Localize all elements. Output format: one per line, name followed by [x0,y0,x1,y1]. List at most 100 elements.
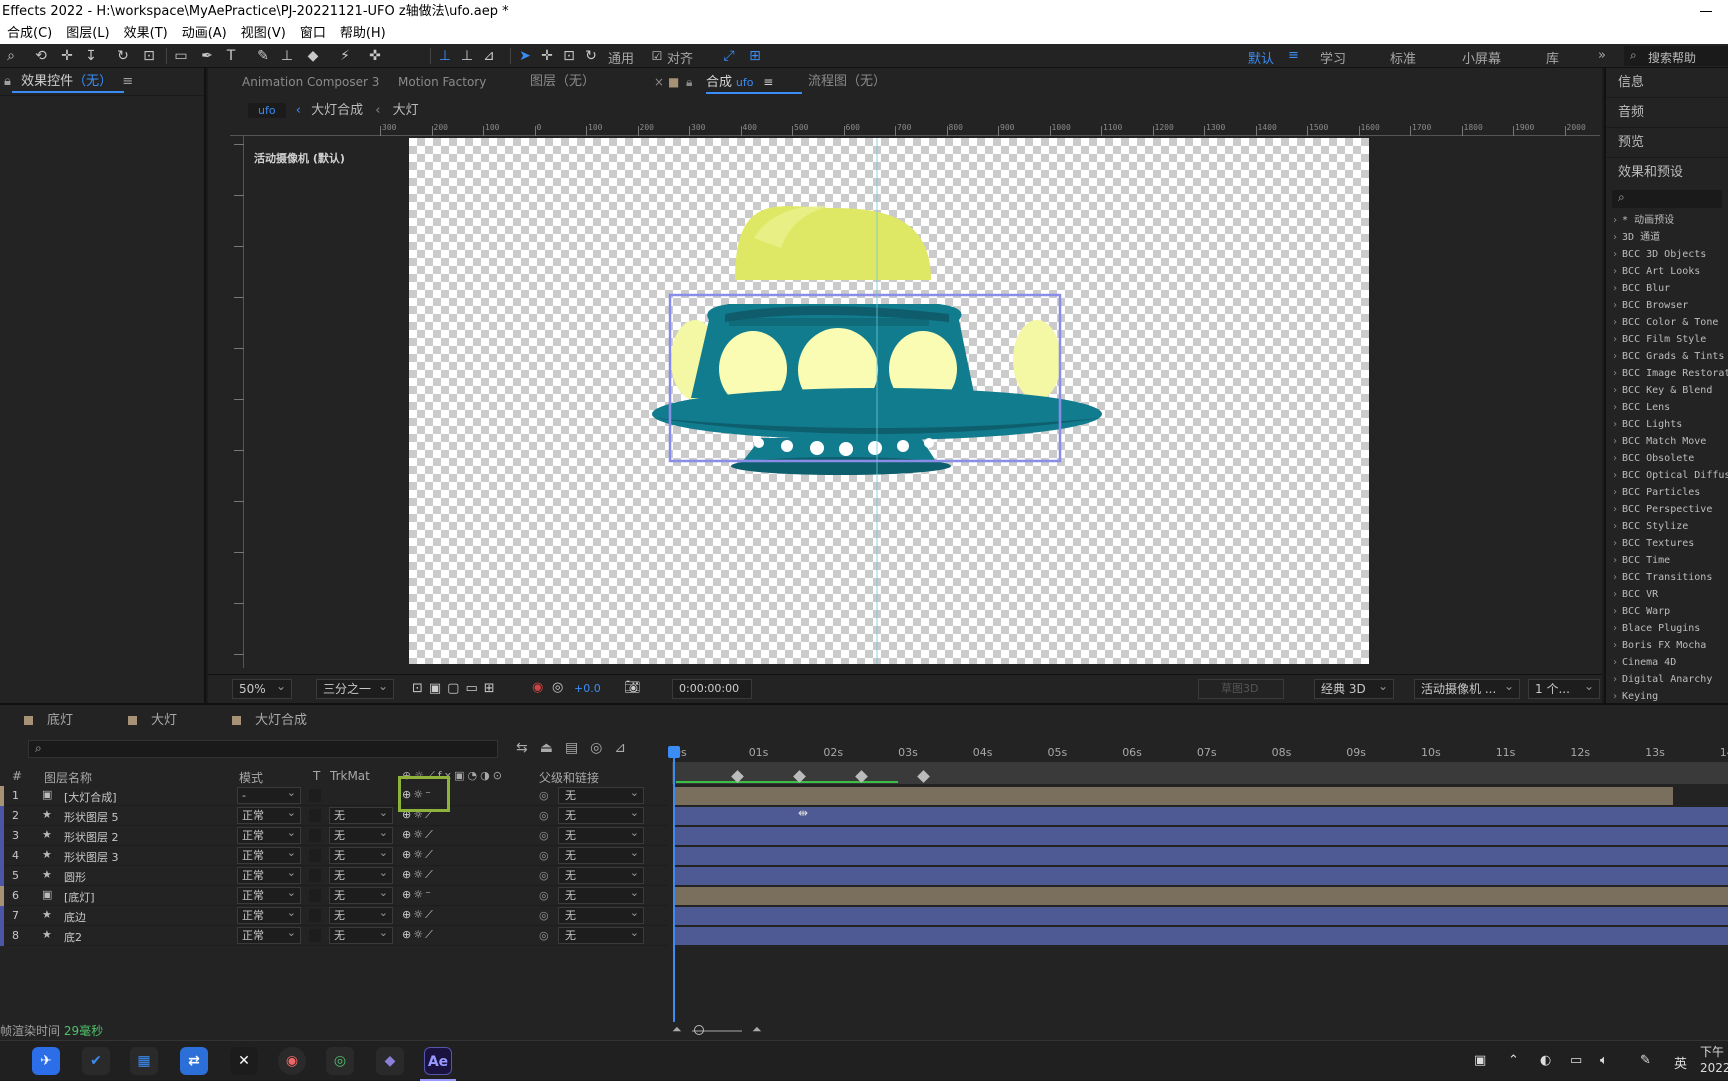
parent-dropdown[interactable]: 无 [558,785,644,804]
parent-dropdown[interactable]: 无 [558,925,644,944]
trkmat-dropdown[interactable]: 无 [329,825,393,844]
label-color-swatch[interactable] [0,926,4,946]
layer-duration-bar[interactable] [675,927,1728,945]
trkmat-dropdown[interactable]: 无 [329,925,393,944]
table-row[interactable]: 6 ▣ [底灯] 正常 无 ⊕☼⁻ ◎ 无 [0,885,668,906]
parent-pickwhip-icon[interactable]: ◎ [539,849,549,862]
workspace-standard[interactable]: 标准 [1390,48,1416,67]
parent-dropdown[interactable]: 无 [558,865,644,884]
fx-category[interactable]: › BCC Color & Tone [1606,314,1728,331]
fx-category[interactable]: › BCC Lights [1606,416,1728,433]
breadcrumb-item-2[interactable]: 大灯 [393,103,419,118]
playhead-handle[interactable] [668,746,680,758]
trkmat-dropdown[interactable]: 无 [329,885,393,904]
breadcrumb-current[interactable]: ufo [248,103,286,118]
tab-layer-viewer[interactable]: 图层（无） [530,68,595,96]
effect-controls-title[interactable]: 效果控件 [21,74,73,89]
layer-duration-bar[interactable] [675,867,1728,885]
zoom-tool-icon[interactable]: ⌕ [2,47,20,65]
pan-tool-icon[interactable]: ✛ [58,47,76,65]
parent-dropdown[interactable]: 无 [558,885,644,904]
parent-dropdown[interactable]: 无 [558,845,644,864]
parent-pickwhip-icon[interactable]: ◎ [539,909,549,922]
tray-network-icon[interactable]: ▭ [1570,1053,1582,1068]
zoom-out-icon[interactable]: ⏶ [672,1022,682,1037]
fx-category[interactable]: › BCC Image Restorat [1606,365,1728,382]
fx-category[interactable]: › BCC Transitions [1606,569,1728,586]
renderer-dropdown[interactable]: 经典 3D [1314,677,1394,699]
blend-mode-dropdown[interactable]: - [237,785,301,804]
layer-switches-icons[interactable]: ⊕☼⁻ [402,888,433,901]
layer-duration-bar[interactable] [675,807,1728,825]
scale-tool-icon[interactable]: ⊡ [560,47,578,65]
fx-category[interactable]: › Cinema 4D [1606,654,1728,671]
parent-dropdown[interactable]: 无 [558,905,644,924]
parent-dropdown[interactable]: 无 [558,805,644,824]
table-row[interactable]: 8 ★ 底2 正常 无 ⊕☼⟋ ◎ 无 [0,925,668,946]
composition-canvas[interactable] [409,138,1369,664]
workspace-small-screen[interactable]: 小屏幕 [1462,48,1501,67]
camera-dropdown[interactable]: 活动摄像机 ... [1414,677,1520,699]
parent-pickwhip-icon[interactable]: ◎ [539,829,549,842]
table-row[interactable]: 3 ★ 形状图层 2 正常 无 ⊕☼⟋ ◎ 无 [0,825,668,846]
layer-name[interactable]: [底灯] [64,889,95,905]
remote-app-icon[interactable]: ⇄ [180,1047,208,1075]
fx-category[interactable]: › Digital Anarchy [1606,671,1728,688]
workspace-library[interactable]: 库 [1546,48,1559,67]
fx-category[interactable]: › BCC Perspective [1606,501,1728,518]
views-dropdown[interactable]: 1 个... [1528,677,1600,699]
table-row[interactable]: 1▣[大灯合成]-⊕☼⁻◎无 [0,785,668,806]
menu-composition[interactable]: 合成(C) [0,24,59,44]
search-help-box[interactable]: ⌕ 搜索帮助 [1624,46,1728,66]
table-row[interactable]: 7 ★ 底边 正常 无 ⊕☼⟋ ◎ 无 [0,905,668,926]
fx-category[interactable]: › BCC Stylize [1606,518,1728,535]
blend-mode-dropdown[interactable]: 正常 [237,845,301,864]
fx-category[interactable]: › * 动画预设 [1606,212,1728,229]
label-color-swatch[interactable] [0,846,4,866]
layer-duration-bar[interactable] [675,907,1728,925]
todo-app-icon[interactable]: ✔ [82,1047,110,1075]
feishu-app-icon[interactable]: ✈ [32,1047,60,1075]
time-ruler[interactable]: 0s 01s 02s 03s 04s 05s 06s 07s 08s 09s 10s 11s 12s 13… [672,746,1728,762]
current-time[interactable]: 0:00:00:00 [672,679,752,699]
snapshot-icon[interactable]: 📷︎ [624,680,641,695]
move-tool-icon[interactable]: ✛ [538,47,556,65]
layer-name[interactable]: 形状图层 3 [64,849,119,865]
blend-mode-dropdown[interactable]: 正常 [237,805,301,824]
menu-effect[interactable]: 效果(T) [117,24,175,44]
brush-tool-icon[interactable]: ✎ [254,47,272,65]
label-color-swatch[interactable] [0,806,4,826]
tray-expand-icon[interactable]: ⌃ [1508,1053,1519,1068]
fx-category[interactable]: › BCC Obsolete [1606,450,1728,467]
tab-flowchart[interactable]: 流程图（无） [808,68,886,96]
menu-window[interactable]: 窗口 [293,24,333,44]
timeline-tab-2[interactable]: 大灯 [128,709,177,728]
channel-icon[interactable]: ◉ [532,680,543,695]
snap-option-icon[interactable]: ⤢ [720,47,738,65]
world-axis-icon[interactable]: ⊥ [458,47,476,65]
layer-duration-bar[interactable] [675,847,1728,865]
label-color-swatch[interactable] [0,866,4,886]
panel-effects-presets[interactable]: 效果和预设 [1606,158,1728,188]
workspace-menu-icon[interactable]: ≡ [1288,48,1299,63]
local-axis-icon[interactable]: ⊥ [436,47,454,65]
fx-category[interactable]: › Keying [1606,688,1728,703]
zoom-slider-thumb[interactable] [694,1025,704,1035]
layer-name[interactable]: 圆形 [64,869,86,885]
fx-category[interactable]: › BCC 3D Objects [1606,246,1728,263]
tray-volume-icon[interactable]: 🔈︎ [1600,1053,1608,1068]
label-color-swatch[interactable] [0,906,4,926]
fx-category[interactable]: › BCC Grads & Tints [1606,348,1728,365]
layer-duration-bar[interactable] [675,887,1728,905]
preserve-transparency-toggle[interactable] [309,829,321,842]
fx-category[interactable]: › BCC VR [1606,586,1728,603]
col-layer-name[interactable]: 图层名称 [44,769,92,786]
layer-duration-bar[interactable] [675,827,1728,845]
ime-indicator[interactable]: 英 [1674,1053,1687,1072]
browser-app-icon[interactable]: ◉ [278,1047,306,1075]
fx-category[interactable]: › Boris FX Mocha [1606,637,1728,654]
blend-mode-dropdown[interactable]: 正常 [237,825,301,844]
layer-switches-icons[interactable]: ⊕☼⟋ [402,868,435,882]
trkmat-dropdown[interactable]: 无 [329,845,393,864]
workspace-learn[interactable]: 学习 [1320,48,1346,67]
